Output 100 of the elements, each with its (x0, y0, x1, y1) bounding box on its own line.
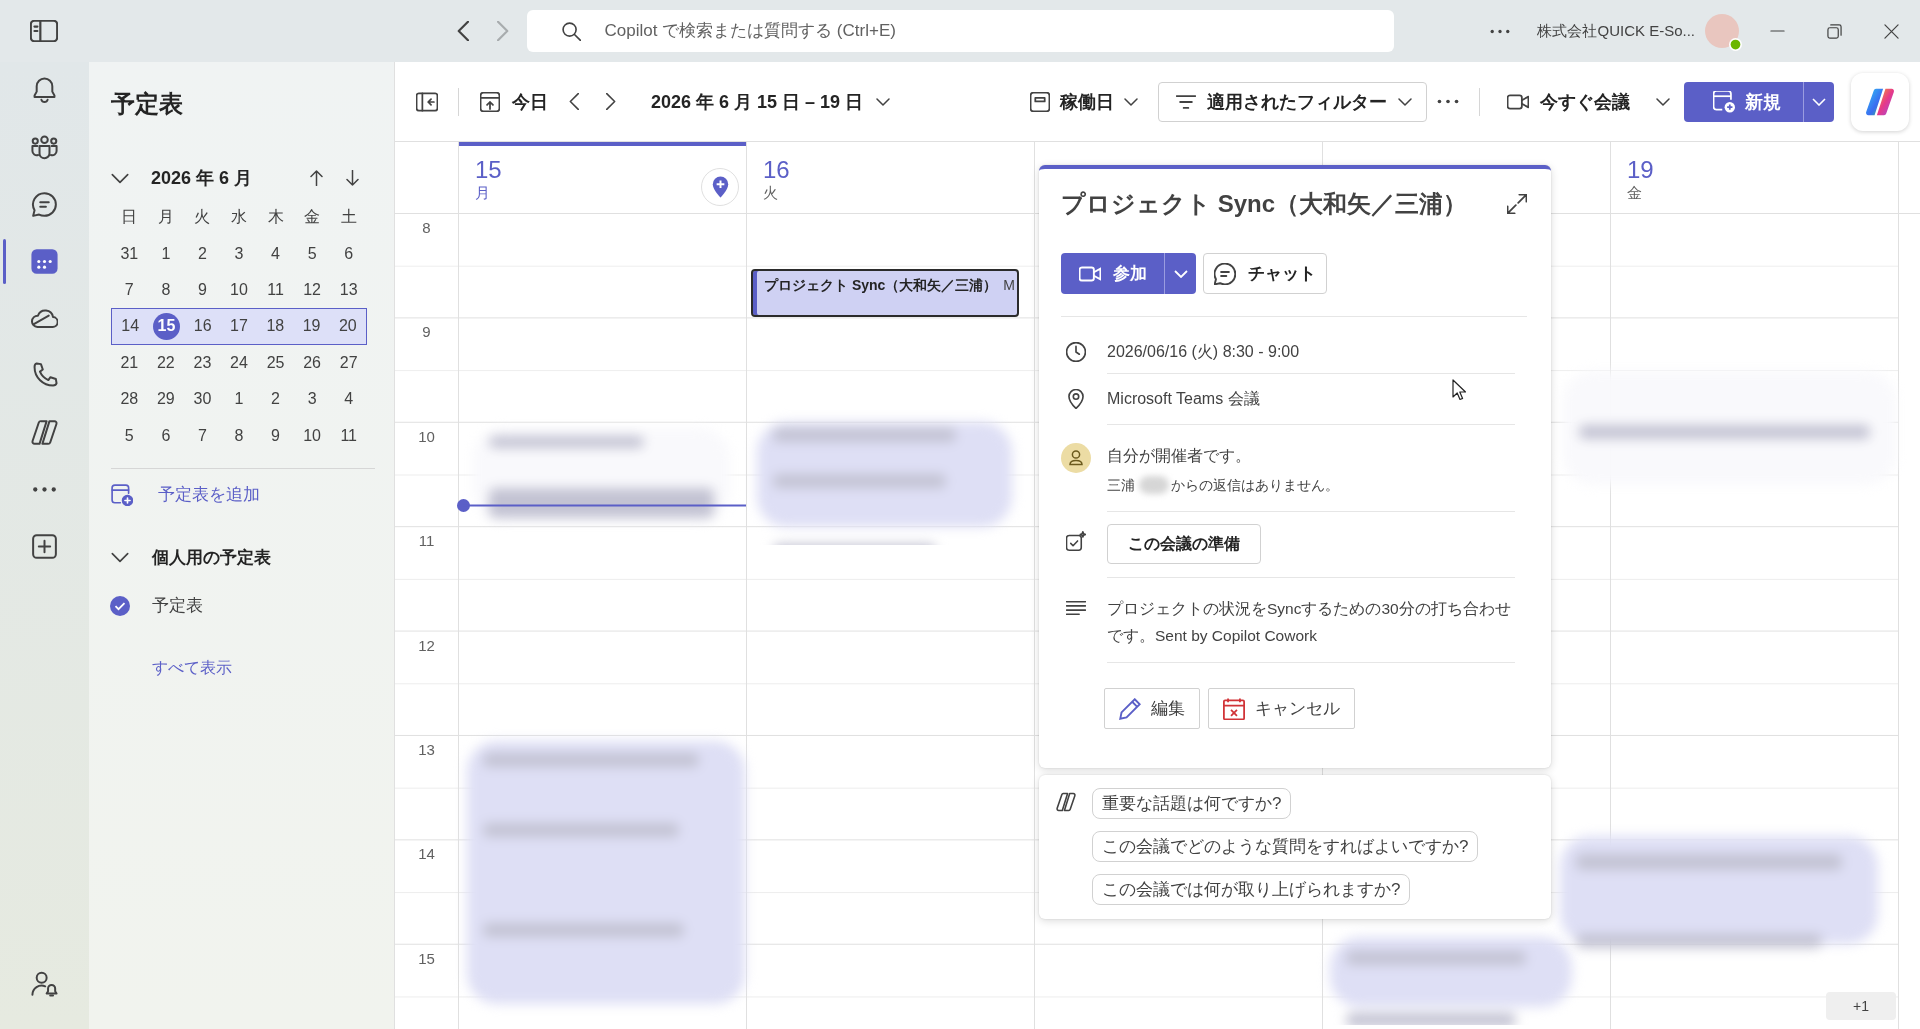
calendar-day[interactable]: 8 (225, 422, 253, 450)
ellipsis-icon[interactable] (1490, 28, 1511, 34)
more-events-badge[interactable]: +1 (1826, 992, 1896, 1020)
copilot-icon[interactable] (31, 419, 58, 446)
calendar-day[interactable]: 6 (335, 240, 363, 268)
caret-icon (1398, 97, 1412, 106)
prompt-chip[interactable]: この会議でどのような質問をすればよいですか? (1092, 831, 1479, 862)
calendar-day[interactable]: 6 (152, 422, 180, 450)
people-icon[interactable] (31, 134, 58, 161)
calendar-day[interactable]: 18 (261, 312, 289, 340)
today-button[interactable]: 今日 (480, 81, 548, 122)
close-icon[interactable] (1884, 23, 1899, 39)
calendar-day[interactable]: 7 (188, 422, 216, 450)
up-arrow-icon[interactable] (310, 170, 323, 186)
sidebar-toggle-icon[interactable] (30, 20, 58, 42)
restore-icon[interactable] (1827, 23, 1842, 39)
calendar-day[interactable]: 24 (225, 349, 253, 377)
calendar-day[interactable]: 22 (152, 349, 180, 377)
down-arrow-icon[interactable] (346, 170, 359, 186)
calendar-icon[interactable] (31, 248, 58, 275)
calendar-day[interactable]: 28 (115, 385, 143, 413)
calendar-day[interactable]: 3 (225, 240, 253, 268)
phone-icon[interactable] (31, 362, 58, 389)
calendar-day[interactable]: 20 (334, 312, 362, 340)
calendar-day[interactable]: 19 (298, 312, 326, 340)
layout-icon (1030, 91, 1050, 112)
calendar-day[interactable]: 10 (225, 276, 253, 304)
calendar-day[interactable]: 5 (115, 422, 143, 450)
prompt-chip[interactable]: この会議では何が取り上げられますか? (1092, 874, 1411, 905)
new-event-button[interactable]: 新規 (1684, 81, 1803, 122)
calendar-day[interactable]: 4 (335, 385, 363, 413)
add-event-button[interactable] (701, 168, 739, 206)
calendar-day[interactable]: 21 (115, 349, 143, 377)
prepare-meeting-button[interactable]: この会議の準備 (1107, 524, 1261, 564)
checkbox[interactable] (110, 595, 130, 616)
calendar-day[interactable]: 26 (298, 349, 326, 377)
join-dropdown-button[interactable] (1164, 253, 1196, 294)
expand-icon[interactable] (1507, 194, 1527, 214)
calendar-day[interactable]: 17 (225, 312, 253, 340)
date-range-button[interactable]: 2026 年 6 月 15 日 – 19 日 (651, 81, 891, 122)
account-name[interactable]: 株式会社QUICK E-So... (1537, 21, 1695, 41)
chevron-left-icon[interactable] (456, 21, 469, 41)
ellipsis-icon[interactable] (1437, 99, 1459, 104)
view-button[interactable]: 稼働日 (1030, 81, 1138, 122)
calendar-day[interactable]: 15 (152, 312, 180, 340)
calendar-day[interactable]: 5 (298, 240, 326, 268)
calendar-day[interactable]: 11 (335, 422, 363, 450)
hour-label: 11 (418, 532, 435, 551)
calendar-day[interactable]: 16 (189, 312, 217, 340)
chat-bubble-icon[interactable] (31, 191, 58, 218)
calendar-day[interactable]: 27 (335, 349, 363, 377)
calendar-day[interactable]: 9 (188, 276, 216, 304)
caret-icon[interactable] (1656, 97, 1670, 106)
calendar-day[interactable]: 1 (152, 240, 180, 268)
new-event-dropdown-button[interactable] (1803, 81, 1834, 122)
cancel-button[interactable]: キャンセル (1208, 688, 1355, 729)
show-all-link[interactable]: すべて表示 (152, 650, 232, 687)
chevron-right-icon[interactable] (606, 93, 616, 110)
calendar-day[interactable]: 11 (262, 276, 290, 304)
calendar-day[interactable]: 25 (262, 349, 290, 377)
calendar-day[interactable]: 30 (188, 385, 216, 413)
filter-button[interactable]: 適用されたフィルター (1158, 81, 1427, 122)
copilot-button[interactable] (1851, 72, 1909, 131)
calendar-day[interactable]: 23 (188, 349, 216, 377)
weekday-label: 月 (156, 206, 175, 227)
calendar-day[interactable]: 10 (298, 422, 326, 450)
calendar-day[interactable]: 1 (225, 385, 253, 413)
bell-icon[interactable] (31, 77, 58, 104)
chevron-left-icon[interactable] (569, 93, 579, 110)
chevron-down-icon[interactable] (111, 172, 129, 184)
join-button[interactable]: 参加 (1061, 253, 1164, 294)
calendar-day[interactable]: 2 (262, 385, 290, 413)
collapse-panel-icon[interactable] (416, 90, 438, 113)
caret-icon (1173, 269, 1188, 278)
organizer-text: 自分が開催者です。 (1107, 446, 1251, 466)
pencil-icon (1119, 697, 1141, 720)
calendar-day[interactable]: 3 (298, 385, 326, 413)
calendar-day[interactable]: 13 (335, 276, 363, 304)
calendar-day[interactable]: 4 (262, 240, 290, 268)
plus-square-icon[interactable] (31, 533, 58, 560)
add-calendar-link[interactable]: 予定表を追加 (111, 474, 260, 515)
personal-calendars-toggle[interactable]: 個人用の予定表 (111, 537, 271, 578)
search-field[interactable]: Copilot で検索または質問する (Ctrl+E) (526, 10, 1394, 52)
calendar-day[interactable]: 7 (115, 276, 143, 304)
calendar-day[interactable]: 12 (298, 276, 326, 304)
calendar-day[interactable]: 29 (152, 385, 180, 413)
person-bell-icon[interactable] (31, 970, 58, 997)
edit-button[interactable]: 編集 (1104, 688, 1200, 729)
prompt-chip[interactable]: 重要な話題は何ですか? (1092, 788, 1292, 819)
day-number: 19 (1627, 156, 1654, 184)
calendar-day[interactable]: 14 (116, 312, 144, 340)
calendar-day[interactable]: 8 (152, 276, 180, 304)
calendar-day[interactable]: 9 (262, 422, 290, 450)
day-number: 16 (763, 156, 790, 184)
calendar-event[interactable]: プロジェクト Sync（大和矢／三浦） M (751, 269, 1019, 318)
calendar-day[interactable]: 31 (115, 240, 143, 268)
event-location: M (1003, 276, 1016, 296)
calendar-day[interactable]: 2 (188, 240, 216, 268)
chat-button[interactable]: チャット (1203, 253, 1327, 294)
meet-now-button[interactable]: 今すぐ会議 (1507, 81, 1630, 122)
